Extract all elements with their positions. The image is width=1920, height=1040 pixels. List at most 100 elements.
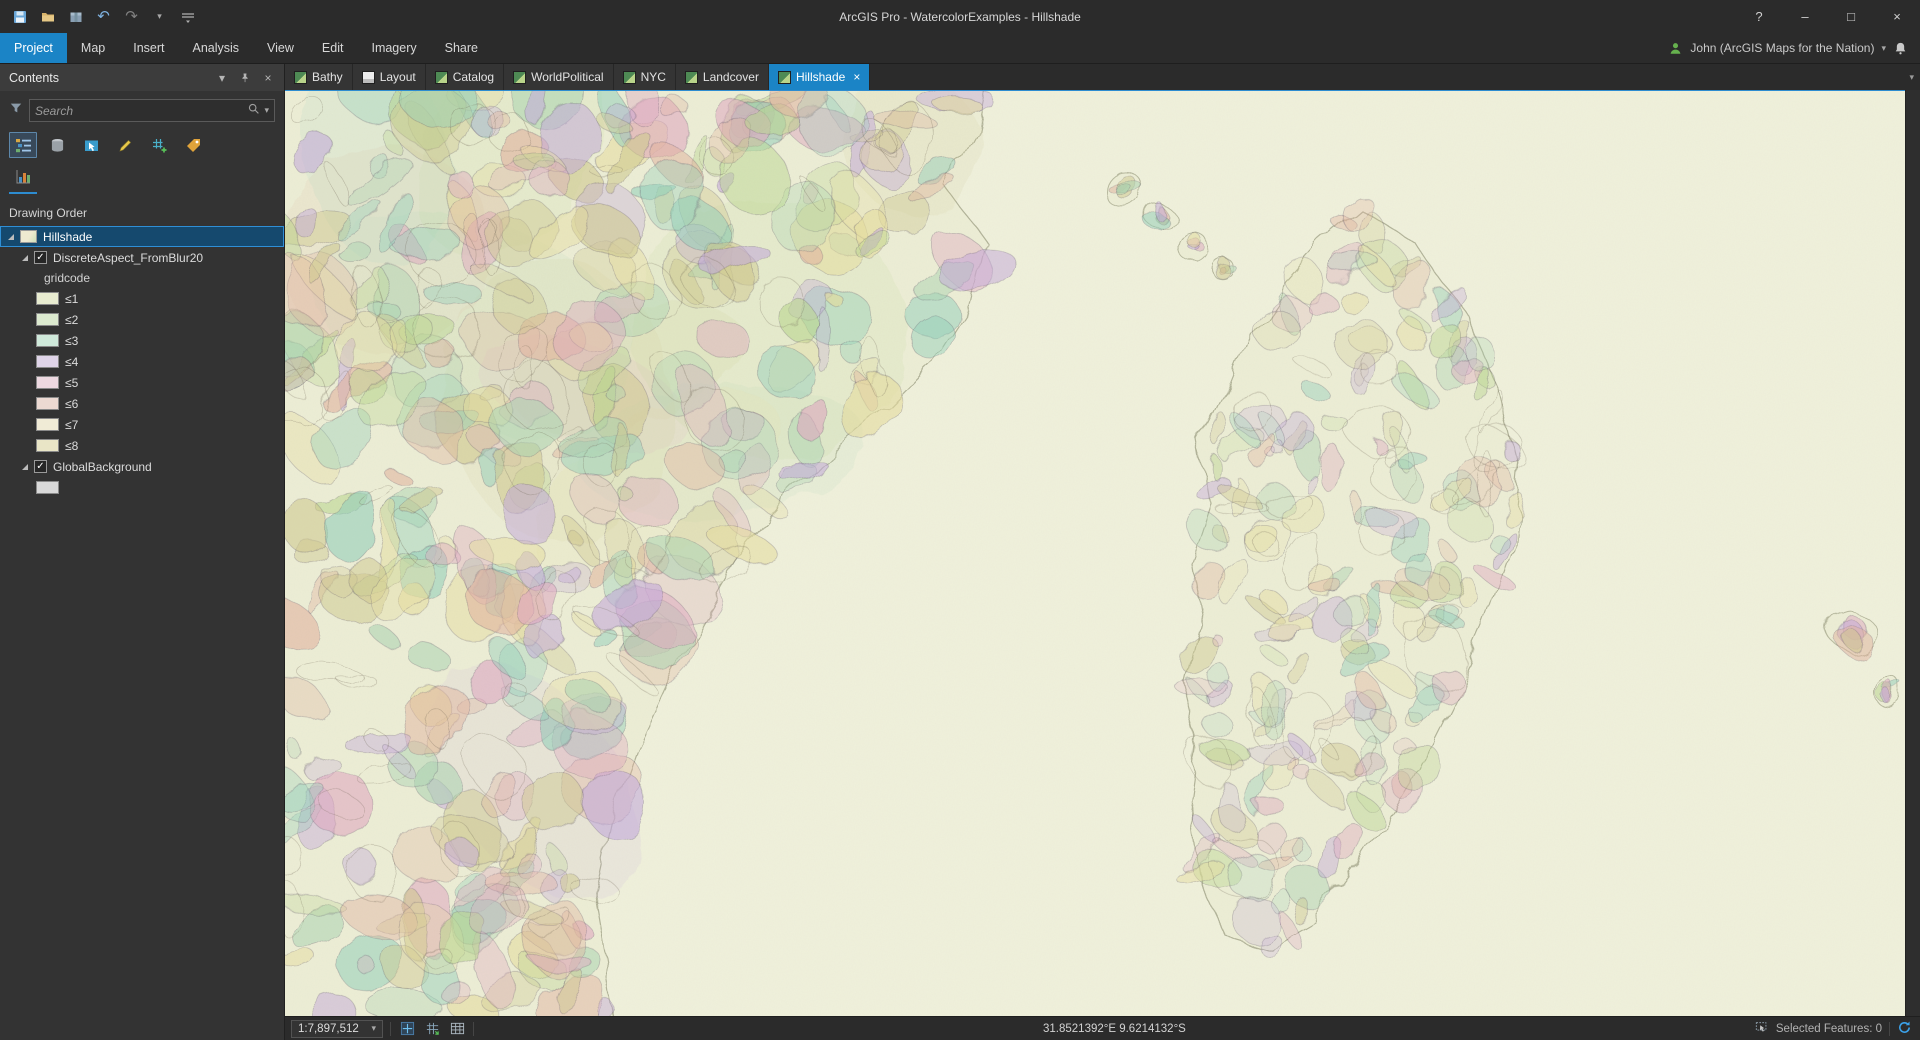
legend-label: ≤5 [65, 375, 79, 390]
legend-swatch[interactable] [36, 355, 59, 368]
customize-qat-icon[interactable] [175, 4, 200, 29]
snap-grid-icon[interactable] [423, 1020, 441, 1038]
list-by-drawing-order-icon[interactable] [9, 132, 37, 158]
list-by-labeling-icon[interactable] [179, 132, 207, 158]
pane-close-icon[interactable]: × [258, 68, 278, 88]
layer-row-globalbackground[interactable]: ✓ GlobalBackground [0, 456, 284, 477]
view-tab-landcover[interactable]: Landcover [675, 64, 769, 90]
view-tabs-overflow-icon[interactable]: ▾ [1903, 64, 1920, 90]
legend-swatch[interactable] [36, 376, 59, 389]
list-by-editing-icon[interactable] [111, 132, 139, 158]
open-project-icon[interactable] [35, 4, 60, 29]
statusbar-separator [390, 1021, 391, 1036]
legend-label: ≤1 [65, 291, 79, 306]
list-by-data-source-icon[interactable] [43, 132, 71, 158]
pane-menu-chevron-icon[interactable]: ▾ [212, 68, 232, 88]
ribbon-tab-edit[interactable]: Edit [308, 33, 358, 63]
map-scale-value: 1:7,897,512 [298, 1022, 359, 1035]
layout-view-icon [361, 70, 375, 84]
ribbon-tab-analysis[interactable]: Analysis [179, 33, 254, 63]
ribbon-tab-imagery[interactable]: Imagery [357, 33, 430, 63]
legend-label: ≤2 [65, 312, 79, 327]
layer-row-discreteaspect[interactable]: ✓ DiscreteAspect_FromBlur20 [0, 247, 284, 268]
ribbon-right-cluster: John (ArcGIS Maps for the Nation) ▾ [1668, 33, 1920, 63]
view-tab-nyc[interactable]: NYC [613, 64, 676, 90]
legend-row[interactable]: ≤2 [0, 309, 284, 330]
refresh-view-icon[interactable] [1897, 1020, 1912, 1038]
legend-row[interactable]: ≤6 [0, 393, 284, 414]
legend-swatch[interactable] [36, 418, 59, 431]
account-chevron-icon[interactable]: ▾ [1881, 43, 1886, 53]
map-scale-selector[interactable]: 1:7,897,512 ▾ [291, 1019, 383, 1038]
filter-funnel-icon[interactable] [9, 101, 23, 120]
help-button[interactable]: ? [1736, 0, 1782, 33]
list-by-charts-icon[interactable] [9, 163, 37, 189]
legend-row[interactable]: ≤8 [0, 435, 284, 456]
map-frame-icon [20, 230, 37, 243]
account-menu[interactable]: John (ArcGIS Maps for the Nation) [1690, 41, 1874, 55]
search-icon[interactable] [247, 102, 260, 120]
legend-swatch[interactable] [36, 292, 59, 305]
contents-pane-header: Contents ▾ × [0, 64, 284, 91]
package-project-icon[interactable] [63, 4, 88, 29]
cursor-coordinates: 31.8521392°E 9.6214132°S [1043, 1022, 1186, 1035]
map-stage [285, 90, 1905, 1016]
legend-swatch[interactable] [36, 439, 59, 452]
legend-row[interactable]: ≤7 [0, 414, 284, 435]
legend-row[interactable]: ≤5 [0, 372, 284, 393]
selected-features-count[interactable]: Selected Features: 0 [1776, 1023, 1882, 1035]
layer-row-hillshade[interactable]: Hillshade [0, 226, 284, 247]
expander-icon[interactable] [22, 463, 28, 470]
view-tab-catalog[interactable]: Catalog [425, 64, 505, 90]
legend-swatch[interactable] [36, 334, 59, 347]
ribbon-tab-project[interactable]: Project [0, 33, 67, 63]
view-tab-hillshade[interactable]: Hillshade × [768, 64, 871, 90]
grid-tool-icon[interactable] [398, 1020, 416, 1038]
close-button[interactable]: × [1874, 0, 1920, 33]
view-tab-bathy[interactable]: Bathy [285, 64, 353, 90]
notifications-bell-icon[interactable] [1893, 41, 1908, 56]
legend-row[interactable] [0, 477, 284, 498]
legend-swatch[interactable] [36, 481, 59, 494]
minimize-button[interactable]: – [1782, 0, 1828, 33]
statusbar-separator [473, 1021, 474, 1036]
ribbon-tab-insert[interactable]: Insert [119, 33, 178, 63]
table-grid-icon[interactable] [448, 1020, 466, 1038]
legend-row[interactable]: ≤1 [0, 288, 284, 309]
list-by-snapping-icon[interactable] [145, 132, 173, 158]
layer-visibility-checkbox[interactable]: ✓ [34, 460, 47, 473]
window-controls: ? – □ × [1736, 0, 1920, 33]
close-tab-icon[interactable]: × [853, 71, 860, 83]
legend-swatch[interactable] [36, 397, 59, 410]
legend-swatch[interactable] [36, 313, 59, 326]
list-by-active-underline [9, 192, 37, 194]
account-avatar-icon [1668, 41, 1683, 56]
window-title: ArcGIS Pro - WatercolorExamples - Hillsh… [839, 9, 1081, 24]
view-tab-worldpolitical[interactable]: WorldPolitical [504, 64, 614, 90]
legend-row[interactable]: ≤3 [0, 330, 284, 351]
quick-access-toolbar: ↶ ↷ ▾ [0, 4, 200, 29]
search-options-chevron-icon[interactable]: ▾ [264, 106, 269, 115]
list-by-selection-icon[interactable] [77, 132, 105, 158]
redo-icon[interactable]: ↷ [119, 4, 144, 29]
contents-pane: Contents ▾ × ▾ [0, 64, 285, 1040]
maximize-button[interactable]: □ [1828, 0, 1874, 33]
undo-icon[interactable]: ↶ [91, 4, 116, 29]
ribbon-tab-view[interactable]: View [253, 33, 308, 63]
redo-dropdown-icon[interactable]: ▾ [147, 4, 172, 29]
map-canvas[interactable] [285, 91, 1905, 1016]
ribbon-tab-share[interactable]: Share [431, 33, 492, 63]
list-by-toolbar [0, 125, 284, 194]
ribbon-tab-map[interactable]: Map [67, 33, 119, 63]
ribbon-tab-bar: Project Map Insert Analysis View Edit Im… [0, 33, 1920, 64]
layer-label: GlobalBackground [53, 459, 152, 474]
search-input[interactable] [35, 103, 244, 118]
pane-pin-icon[interactable] [235, 68, 255, 88]
expander-icon[interactable] [8, 233, 14, 240]
expander-icon[interactable] [22, 254, 28, 261]
layer-visibility-checkbox[interactable]: ✓ [34, 251, 47, 264]
save-project-icon[interactable] [7, 4, 32, 29]
arcgis-pro-window: ↶ ↷ ▾ ArcGIS Pro - WatercolorExamples - … [0, 0, 1920, 1040]
legend-row[interactable]: ≤4 [0, 351, 284, 372]
view-tab-layout[interactable]: Layout [352, 64, 426, 90]
